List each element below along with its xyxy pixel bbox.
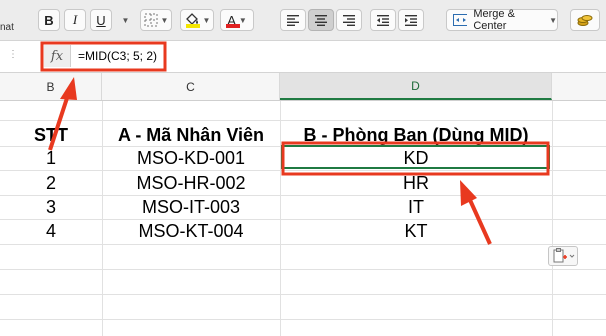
cell-stt[interactable]: 3 xyxy=(0,195,102,219)
insert-function-button[interactable]: fx xyxy=(44,45,71,67)
align-left-icon xyxy=(287,15,299,26)
align-center-icon xyxy=(315,15,327,26)
font-color-swatch xyxy=(226,24,240,28)
cell-employee-code[interactable]: MSO-HR-002 xyxy=(102,171,280,195)
selected-cell-outline xyxy=(281,145,550,169)
decrease-indent-icon xyxy=(377,15,389,26)
italic-button[interactable]: I xyxy=(64,9,86,31)
row-divider xyxy=(0,319,606,320)
cell-department[interactable]: IT xyxy=(280,195,552,219)
cell-department[interactable]: KT xyxy=(280,219,552,243)
underline-button[interactable]: U xyxy=(90,9,112,31)
header-cell-stt[interactable]: STT xyxy=(0,122,102,148)
cell-stt[interactable]: 1 xyxy=(0,146,102,170)
column-header-e[interactable] xyxy=(552,73,606,100)
column-header-c[interactable]: C xyxy=(102,73,280,100)
fill-color-button[interactable]: ▼ xyxy=(180,9,214,31)
chevron-down-icon: ▼ xyxy=(202,15,211,25)
cell-stt[interactable]: 2 xyxy=(0,171,102,195)
align-right-icon xyxy=(343,15,355,26)
italic-label: I xyxy=(72,12,78,27)
column-header-row: B C D xyxy=(0,73,606,101)
formula-bar: ⋮ fx =MID(C3; 5; 2) xyxy=(0,41,606,73)
name-box-chevron-icon[interactable]: ⋮ xyxy=(8,49,18,60)
increase-indent-icon xyxy=(405,15,417,26)
column-divider xyxy=(552,101,553,336)
increase-indent-button[interactable] xyxy=(398,9,424,31)
merge-center-label: Merge & Center xyxy=(473,8,515,32)
align-right-button[interactable] xyxy=(336,9,362,31)
merge-icon xyxy=(453,14,468,26)
align-center-button[interactable] xyxy=(308,9,334,31)
cell-department[interactable]: HR xyxy=(280,171,552,195)
borders-button[interactable]: ▼ xyxy=(140,9,172,31)
header-cell-code[interactable]: A - Mã Nhân Viên xyxy=(102,122,280,148)
cell-employee-code[interactable]: MSO-KD-001 xyxy=(102,146,280,170)
underline-dropdown[interactable]: ▼ xyxy=(120,9,130,31)
underline-label: U xyxy=(96,12,106,28)
ribbon-truncated-label: nat xyxy=(0,22,14,33)
chevron-down-icon: ▼ xyxy=(160,15,169,25)
fill-color-swatch xyxy=(186,24,200,28)
bold-button[interactable]: B xyxy=(38,9,60,31)
merge-center-button[interactable]: Merge & Center ▼ xyxy=(446,8,558,32)
cell-employee-code[interactable]: MSO-KT-004 xyxy=(102,219,280,243)
row-divider xyxy=(0,120,606,121)
column-header-d[interactable]: D xyxy=(280,73,552,100)
formula-input[interactable]: =MID(C3; 5; 2) xyxy=(78,49,157,63)
borders-icon xyxy=(144,13,158,27)
font-color-button[interactable]: A ▼ xyxy=(220,9,254,31)
row-divider xyxy=(0,269,606,270)
decrease-indent-button[interactable] xyxy=(370,9,396,31)
row-divider xyxy=(0,244,606,245)
clipboard-icon xyxy=(553,248,575,263)
coins-icon xyxy=(577,15,593,26)
number-format-button[interactable] xyxy=(570,9,600,31)
chevron-down-icon: ▼ xyxy=(121,15,130,25)
cell-employee-code[interactable]: MSO-IT-003 xyxy=(102,195,280,219)
bold-label: B xyxy=(44,12,54,28)
ribbon-toolbar: nat B I U ▼ ▼ ▼ A ▼ Merge & Center ▼ xyxy=(0,0,606,41)
column-header-b[interactable]: B xyxy=(0,73,102,100)
chevron-down-icon: ▼ xyxy=(238,15,247,25)
paste-options-button[interactable] xyxy=(548,246,578,266)
chevron-down-icon: ▼ xyxy=(549,15,557,25)
align-left-button[interactable] xyxy=(280,9,306,31)
fx-label: fx xyxy=(50,48,64,64)
row-divider xyxy=(0,294,606,295)
cell-stt[interactable]: 4 xyxy=(0,219,102,243)
